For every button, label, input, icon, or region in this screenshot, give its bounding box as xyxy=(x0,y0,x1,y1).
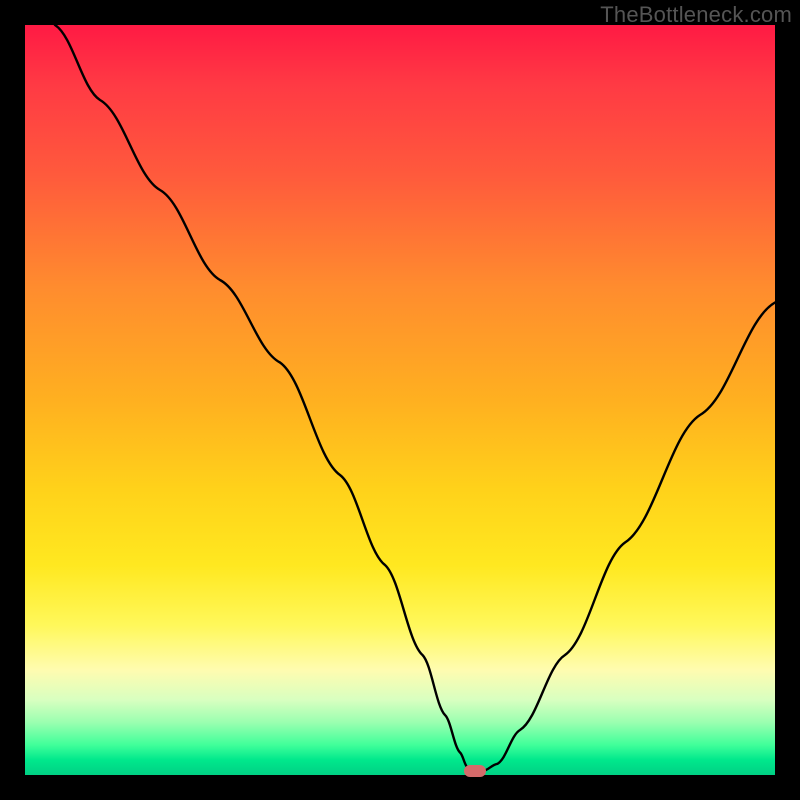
plot-area xyxy=(25,25,775,775)
chart-frame: TheBottleneck.com xyxy=(0,0,800,800)
minimum-marker xyxy=(464,765,486,777)
bottleneck-curve xyxy=(25,25,775,775)
